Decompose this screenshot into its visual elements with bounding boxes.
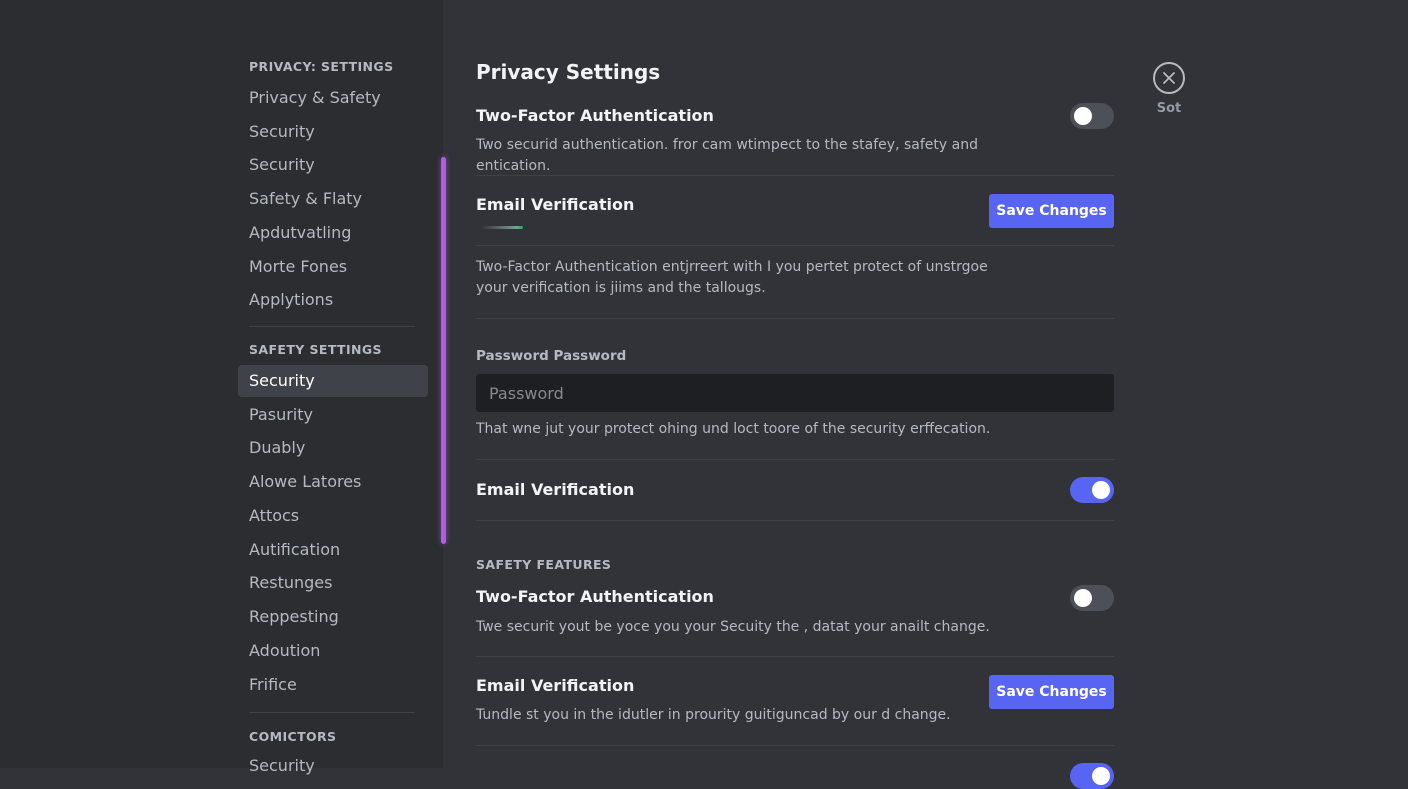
- sidebar-item-pasurity[interactable]: Pasurity: [238, 399, 428, 431]
- password-input[interactable]: [476, 374, 1114, 412]
- close-icon: [1163, 72, 1175, 84]
- two-factor-title-2: Two-Factor Authentication: [476, 587, 714, 606]
- sidebar-separator: [249, 326, 415, 327]
- sidebar-header-comictors: COMICTORS: [249, 729, 337, 744]
- sidebar-item-security-2[interactable]: Security: [238, 149, 428, 181]
- strength-indicator: [481, 226, 523, 229]
- partial-toggle[interactable]: [1070, 763, 1114, 789]
- sidebar-item-privacy-safety[interactable]: Privacy & Safety: [238, 82, 428, 114]
- sidebar-item-adoution[interactable]: Adoution: [238, 635, 428, 667]
- safety-features-header: SAFETY FEATURES: [476, 557, 612, 572]
- row-divider: [476, 459, 1114, 460]
- sidebar-header-safety-settings: SAFETY SETTINGS: [249, 342, 382, 357]
- email-verification-description: Tundle st you in the idutler in prourity…: [476, 707, 951, 723]
- email-verification-toggle[interactable]: [1070, 477, 1114, 503]
- sidebar-item-autification[interactable]: Autification: [238, 534, 428, 566]
- sidebar-item-security-3[interactable]: Security: [238, 750, 428, 782]
- close-label: Sot: [1156, 101, 1182, 116]
- two-factor-info-text: Two-Factor Authentication entjrreert wit…: [476, 259, 988, 296]
- row-divider: [476, 245, 1114, 246]
- password-field-label: Password Password: [476, 348, 627, 364]
- settings-sidebar-region: PRIVACY: SETTINGS Privacy & Safety Secur…: [0, 0, 443, 775]
- sidebar-header-privacy-settings: PRIVACY: SETTINGS: [249, 59, 394, 74]
- sidebar-item-restunges[interactable]: Restunges: [238, 567, 428, 599]
- save-changes-button-2[interactable]: Save Changes: [989, 675, 1114, 709]
- toggle-knob: [1074, 107, 1092, 125]
- sidebar-item-security[interactable]: Security: [238, 116, 428, 148]
- two-factor-title: Two-Factor Authentication: [476, 106, 714, 125]
- two-factor-description-2: Twe securit yout be yoce you your Secuit…: [476, 619, 990, 635]
- toggle-knob: [1092, 767, 1110, 785]
- close-button[interactable]: [1153, 62, 1185, 94]
- sidebar-item-safety-flaty[interactable]: Safety & Flaty: [238, 183, 428, 215]
- email-verification-title: Email Verification: [476, 195, 635, 214]
- two-factor-toggle[interactable]: [1070, 103, 1114, 129]
- row-divider: [476, 656, 1114, 657]
- sidebar-item-applytions[interactable]: Applytions: [238, 284, 428, 316]
- sidebar-item-duably[interactable]: Duably: [238, 432, 428, 464]
- two-factor-description: Two securid authentication. fror cam wti…: [476, 137, 978, 174]
- sidebar-item-reppesting[interactable]: Reppesting: [238, 601, 428, 633]
- save-changes-button[interactable]: Save Changes: [989, 194, 1114, 228]
- two-factor-toggle-2[interactable]: [1070, 585, 1114, 611]
- page-title: Privacy Settings: [476, 60, 661, 84]
- email-verification-title-3: Email Verification: [476, 676, 635, 695]
- row-divider: [476, 175, 1114, 176]
- sidebar-item-morte-fones[interactable]: Morte Fones: [238, 251, 428, 283]
- email-verification-title-2: Email Verification: [476, 480, 635, 499]
- password-help-text: That wne jut your protect ohing und loct…: [476, 421, 991, 437]
- toggle-knob: [1092, 481, 1110, 499]
- sidebar-item-security-selected[interactable]: Security: [238, 365, 428, 397]
- sidebar-item-attocs[interactable]: Attocs: [238, 500, 428, 532]
- sidebar-item-frifice[interactable]: Frifice: [238, 669, 428, 701]
- toggle-knob: [1074, 589, 1092, 607]
- row-divider: [476, 745, 1114, 746]
- scroll-accent-bar: [441, 157, 446, 544]
- sidebar-item-apdutvatling[interactable]: Apdutvatling: [238, 217, 428, 249]
- row-divider: [476, 520, 1114, 521]
- sidebar-item-alowe-latores[interactable]: Alowe Latores: [238, 466, 428, 498]
- sidebar-separator: [249, 712, 415, 713]
- row-divider: [476, 318, 1114, 319]
